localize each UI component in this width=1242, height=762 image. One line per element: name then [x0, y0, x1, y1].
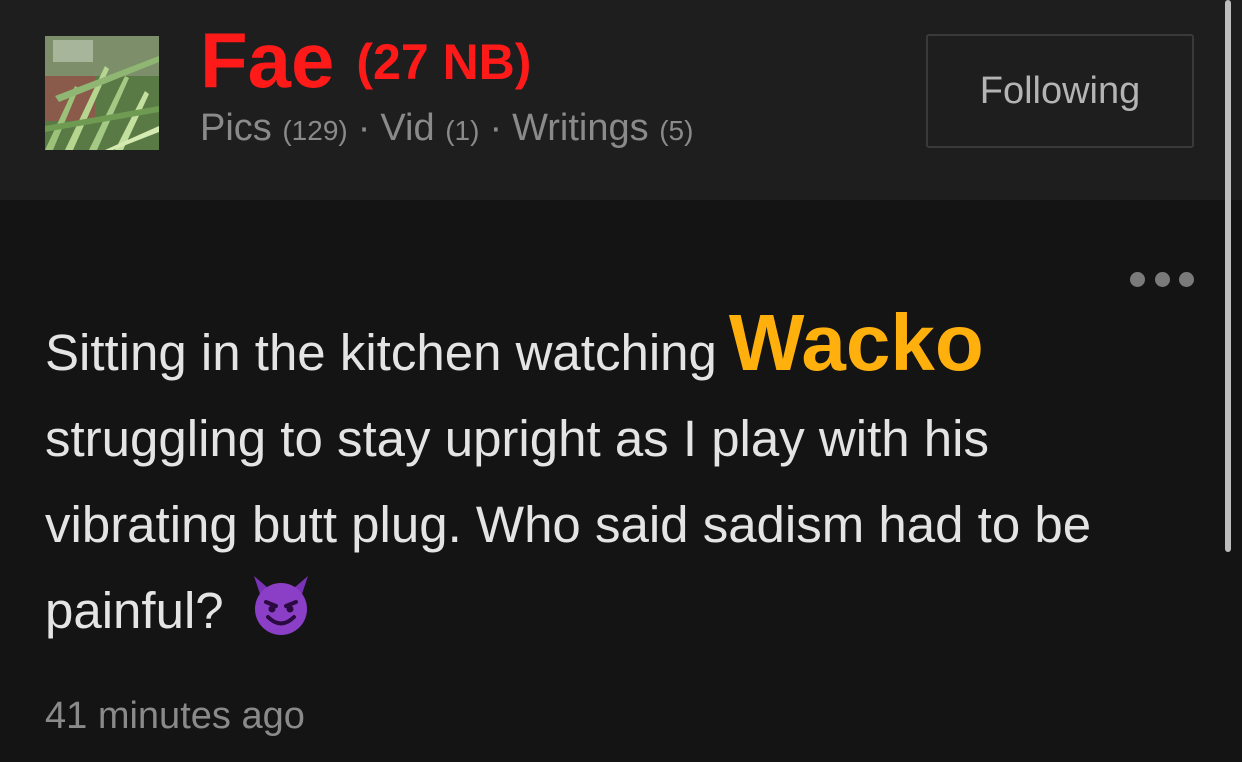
stats-separator: ·	[357, 107, 371, 149]
post-text-rest: struggling to stay upright as I play wit…	[45, 410, 1092, 639]
post-timestamp: 41 minutes ago	[45, 695, 305, 737]
profile-title: Fae (27 NB)	[200, 18, 531, 102]
profile-name[interactable]: Fae	[200, 16, 334, 104]
profile-stats: Pics (129) · Vid (1) · Writings (5)	[200, 106, 693, 153]
more-options-icon[interactable]	[1130, 268, 1194, 290]
stats-separator: ·	[489, 107, 503, 149]
post-page: Fae (27 NB) Pics (129) · Vid (1) · Writings (…	[0, 0, 1242, 762]
scrollbar[interactable]	[1225, 0, 1231, 552]
pics-link[interactable]: Pics (129)	[200, 107, 348, 149]
vid-link[interactable]: Vid (1)	[380, 107, 479, 149]
writings-link[interactable]: Writings (5)	[512, 107, 693, 149]
following-button[interactable]: Following	[926, 34, 1194, 148]
profile-header: Fae (27 NB) Pics (129) · Vid (1) · Writings (…	[0, 0, 1242, 200]
post-text: Sitting in the kitchen watching Wacko str…	[45, 300, 1195, 664]
post-text-intro: Sitting in the kitchen watching	[45, 324, 717, 381]
smiling-devil-icon	[248, 572, 314, 664]
profile-tag: (27 NB)	[356, 34, 532, 90]
mention-link[interactable]: Wacko	[729, 298, 984, 387]
avatar[interactable]	[45, 36, 159, 150]
